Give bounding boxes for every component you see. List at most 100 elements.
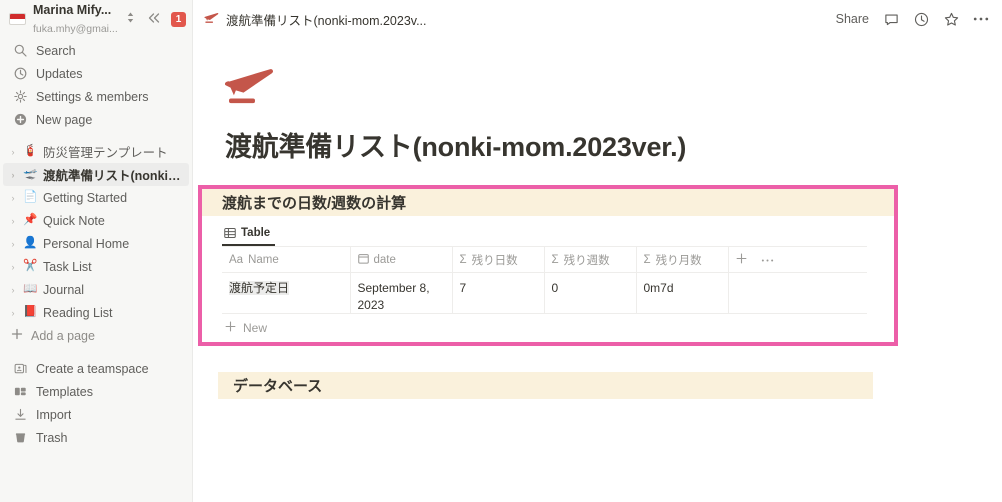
sidebar-item-trash[interactable]: Trash bbox=[0, 426, 192, 449]
top-bar-actions: Share bbox=[836, 11, 989, 27]
sidebar-item-settings[interactable]: Settings & members bbox=[0, 85, 192, 108]
column-header-label: 残り日数 bbox=[471, 254, 518, 267]
sidebar-page-label: Reading List bbox=[43, 305, 113, 320]
cell-name-value: 渡航予定日 bbox=[229, 281, 290, 296]
page-icon-airplane-departure-icon[interactable] bbox=[224, 63, 281, 109]
column-options-more-horizontal-icon[interactable] bbox=[761, 254, 774, 266]
account-switcher[interactable]: Marina Mify... fuka.mhy@gmai... 1 bbox=[0, 0, 192, 38]
closed-book-icon: 📕 bbox=[23, 305, 38, 318]
chevron-right-icon[interactable]: › bbox=[8, 216, 18, 226]
chevron-right-icon[interactable]: › bbox=[8, 147, 18, 157]
column-header-days-left[interactable]: Σ 残り日数 bbox=[452, 246, 545, 274]
pushpin-icon: 📌 bbox=[23, 213, 38, 226]
column-header-name[interactable]: Aa Name bbox=[222, 246, 351, 274]
plus-circle-icon bbox=[13, 113, 27, 127]
chevron-right-icon[interactable]: › bbox=[8, 285, 18, 295]
clock-icon bbox=[13, 67, 27, 81]
open-book-icon: 📖 bbox=[23, 282, 38, 295]
sidebar-nav: Search Updates Settings & members New pa… bbox=[0, 38, 192, 131]
sidebar-item-label: Updates bbox=[36, 66, 83, 81]
cell-months-left[interactable]: 0m7d bbox=[636, 272, 729, 314]
sidebar-item-create-teamspace[interactable]: Create a teamspace bbox=[0, 357, 192, 380]
cell-name[interactable]: 渡航予定日 bbox=[222, 272, 351, 314]
sidebar-page-bosai-template[interactable]: › 🧯 防災管理テンプレート bbox=[0, 140, 192, 163]
cell-days-left[interactable]: 7 bbox=[452, 272, 545, 314]
sidebar-item-label: Create a teamspace bbox=[36, 361, 149, 376]
column-header-weeks-left[interactable]: Σ 残り週数 bbox=[544, 246, 637, 274]
account-name: Marina Mify... bbox=[33, 2, 112, 17]
text-type-icon: Aa bbox=[229, 253, 244, 266]
sidebar-page-label: 渡航準備リスト(nonki-m... bbox=[43, 169, 181, 183]
sidebar-bottom-nav: Create a teamspace Templates Import Tras… bbox=[0, 357, 192, 449]
column-header-label: Name bbox=[248, 253, 279, 266]
clock-icon[interactable] bbox=[913, 11, 929, 27]
breadcrumb[interactable]: 渡航準備リスト(nonki-mom.2023v... bbox=[204, 10, 427, 29]
sidebar-page-journal[interactable]: › 📖 Journal bbox=[0, 278, 192, 301]
calendar-icon bbox=[357, 253, 369, 267]
tab-table[interactable]: Table bbox=[222, 227, 276, 247]
airplane-departure-icon: 🛫 bbox=[23, 167, 38, 180]
chevron-right-icon[interactable]: › bbox=[8, 193, 18, 203]
sidebar-page-personal-home[interactable]: › 👤 Personal Home bbox=[0, 232, 192, 255]
add-a-page-button[interactable]: Add a page bbox=[0, 324, 192, 347]
search-icon bbox=[13, 44, 27, 58]
document-icon: 📄 bbox=[23, 190, 38, 203]
chevron-right-icon[interactable]: › bbox=[8, 262, 18, 272]
sidebar-page-label: Quick Note bbox=[43, 213, 105, 228]
notion-window: Marina Mify... fuka.mhy@gmai... 1 Search bbox=[0, 0, 1002, 502]
sidebar-item-label: Search bbox=[36, 43, 76, 58]
account-info: Marina Mify... fuka.mhy@gmai... bbox=[33, 1, 118, 38]
column-header-date[interactable]: date bbox=[350, 246, 453, 274]
sidebar-page-task-list[interactable]: › ✂️ Task List bbox=[0, 255, 192, 278]
sidebar-page-reading-list[interactable]: › 📕 Reading List bbox=[0, 301, 192, 324]
page-title: 渡航準備リスト(nonki-mom.2023ver.) bbox=[225, 132, 687, 162]
trash-icon bbox=[13, 431, 27, 445]
indonesia-flag-icon bbox=[9, 13, 26, 25]
formula-type-icon: Σ bbox=[459, 253, 467, 266]
formula-type-icon: Σ bbox=[643, 253, 651, 266]
notification-badge[interactable]: 1 bbox=[171, 11, 186, 27]
cell-date[interactable]: September 8, 2023 bbox=[350, 272, 453, 314]
sidebar-item-new-page[interactable]: New page bbox=[0, 108, 192, 131]
sidebar-item-updates[interactable]: Updates bbox=[0, 62, 192, 85]
sidebar-page-quick-note[interactable]: › 📌 Quick Note bbox=[0, 209, 192, 232]
column-header-actions bbox=[728, 246, 867, 274]
table-row[interactable]: 渡航予定日 September 8, 2023 7 0 0m7d bbox=[222, 272, 867, 314]
chevron-up-down-icon[interactable] bbox=[124, 11, 137, 27]
database-table: Aa Name date Σ 残り日数 Σ 残り週数 Σ 残り月数 渡航予定日 … bbox=[222, 246, 867, 314]
column-header-label: 残り月数 bbox=[655, 254, 702, 267]
sidebar-item-label: Templates bbox=[36, 384, 93, 399]
comment-icon[interactable] bbox=[883, 11, 899, 27]
sidebar-item-label: Trash bbox=[36, 430, 68, 445]
add-column-button[interactable] bbox=[736, 253, 747, 267]
sidebar-page-getting-started[interactable]: › 📄 Getting Started bbox=[0, 186, 192, 209]
column-header-months-left[interactable]: Σ 残り月数 bbox=[636, 246, 729, 274]
chevron-right-icon[interactable]: › bbox=[8, 308, 18, 318]
table-icon bbox=[224, 227, 236, 239]
plus-icon bbox=[225, 321, 236, 335]
sidebar-item-templates[interactable]: Templates bbox=[0, 380, 192, 403]
sidebar-item-import[interactable]: Import bbox=[0, 403, 192, 426]
column-header-label: 残り週数 bbox=[563, 254, 610, 267]
sidebar-page-label: Personal Home bbox=[43, 236, 130, 251]
chevron-right-icon[interactable]: › bbox=[8, 170, 18, 180]
star-icon[interactable] bbox=[943, 11, 959, 27]
tab-table-label: Table bbox=[241, 227, 271, 240]
more-horizontal-icon[interactable] bbox=[973, 11, 989, 27]
main-content: 渡航準備リスト(nonki-mom.2023v... Share 渡航準備リスト… bbox=[193, 0, 1002, 502]
sidebar: Marina Mify... fuka.mhy@gmai... 1 Search bbox=[0, 0, 193, 502]
double-chevron-left-icon[interactable] bbox=[144, 12, 164, 27]
sidebar-page-label: Getting Started bbox=[43, 190, 128, 205]
plus-icon bbox=[11, 328, 23, 343]
new-row-button[interactable]: New bbox=[222, 314, 867, 342]
table-header-row: Aa Name date Σ 残り日数 Σ 残り週数 Σ 残り月数 bbox=[222, 246, 867, 274]
sidebar-page-tokou-list[interactable]: › 🛫 渡航準備リスト(nonki-m... bbox=[3, 163, 189, 186]
share-button[interactable]: Share bbox=[836, 12, 869, 26]
sidebar-item-search[interactable]: Search bbox=[0, 39, 192, 62]
sidebar-item-label: Settings & members bbox=[36, 89, 149, 104]
sidebar-page-tree: › 🧯 防災管理テンプレート › 🛫 渡航準備リスト(nonki-m... › … bbox=[0, 140, 192, 347]
sidebar-item-label: New page bbox=[36, 112, 93, 127]
cell-weeks-left[interactable]: 0 bbox=[544, 272, 637, 314]
sidebar-page-label: Journal bbox=[43, 282, 84, 297]
chevron-right-icon[interactable]: › bbox=[8, 239, 18, 249]
